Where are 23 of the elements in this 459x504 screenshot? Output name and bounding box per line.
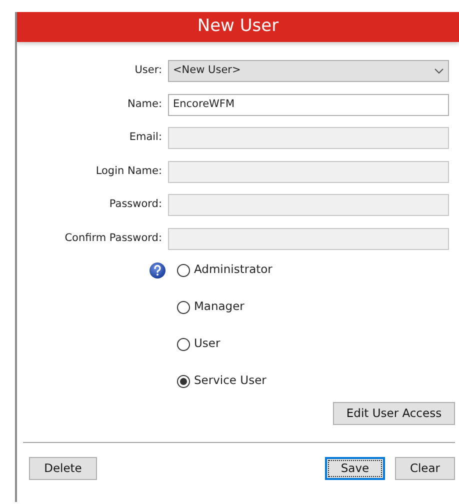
dialog-button[interactable]: Clear (395, 457, 455, 480)
edit-user-access-button[interactable]: Edit User Access (333, 402, 455, 425)
radio-button[interactable] (177, 300, 190, 314)
radio-button[interactable] (177, 374, 190, 388)
dialog-button[interactable]: Save (325, 457, 385, 480)
field-label: Name: (126, 96, 163, 112)
radio-button[interactable] (177, 264, 190, 276)
window-title: New User (17, 12, 459, 42)
chevron-down-icon (434, 68, 444, 74)
field-label: User: (134, 63, 163, 78)
radio-label[interactable]: Administrator (194, 261, 272, 279)
field-label: Confirm Password: (64, 230, 163, 246)
dialog-button[interactable]: Delete (29, 457, 97, 480)
radio-label[interactable]: User (194, 335, 220, 353)
input-field[interactable]: EncoreWFM (168, 94, 449, 116)
field-label: Login Name: (94, 164, 163, 179)
radio-label[interactable]: Manager (194, 298, 244, 316)
user-dropdown[interactable]: <New User> (168, 60, 449, 82)
field-label: Email: (128, 130, 163, 146)
field-label: Password: (108, 197, 163, 212)
help-icon[interactable] (149, 262, 166, 278)
radio-label[interactable]: Service User (194, 372, 266, 390)
radio-button[interactable] (177, 338, 190, 350)
